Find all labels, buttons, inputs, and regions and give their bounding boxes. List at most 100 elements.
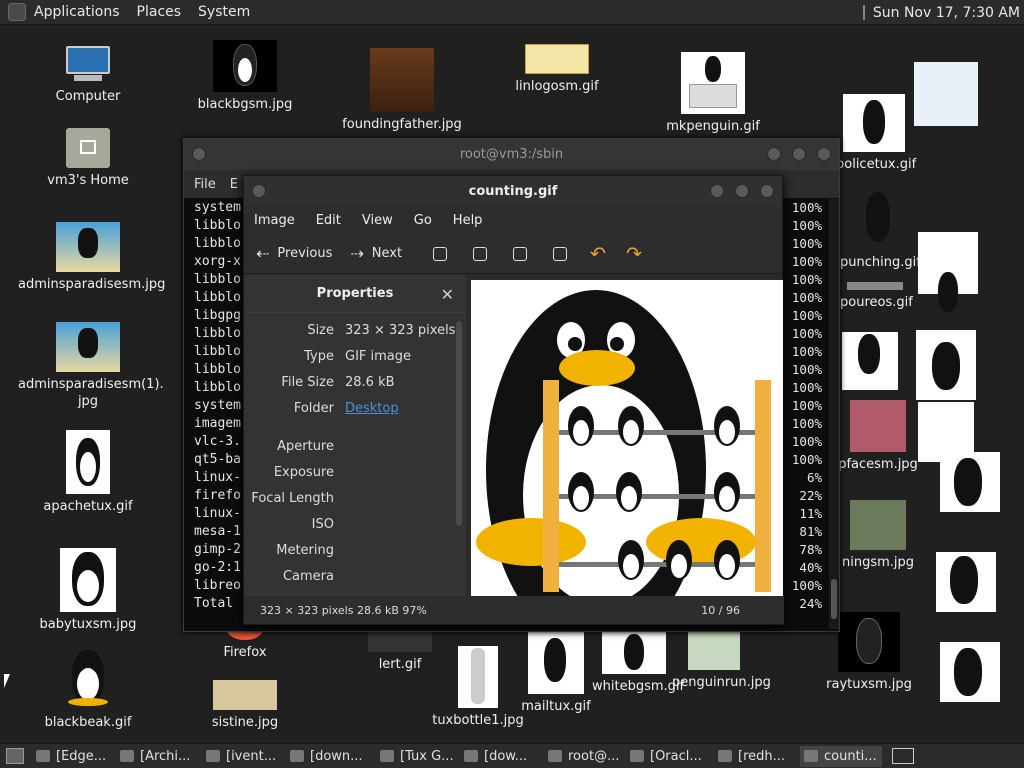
desktop-icon-punching[interactable]: punching.gif [840,190,921,271]
desktop-icon-sistine[interactable]: sistine.jpg [200,680,290,731]
menu-view[interactable]: View [362,213,393,228]
desktop-icon-mailtux[interactable]: mailtux.gif [516,632,596,715]
terminal-line: libblo [194,272,241,287]
terminal-percent: 11% [799,506,822,521]
desktop-icon-policetux[interactable]: policetux.gif [836,94,916,173]
terminal-titlebar[interactable]: root@vm3:/sbin [184,139,839,170]
desktop-icon-adminsparadise[interactable]: adminsparadisesm.jpg [18,222,165,293]
minimize-button[interactable] [710,184,724,198]
taskbar-button[interactable]: [Archi... [116,746,198,767]
terminal-menu-file[interactable]: File [194,177,216,192]
folder-link[interactable]: Desktop [345,401,399,416]
taskbar-button[interactable]: [Tux G... [376,746,456,767]
zoom-in-icon[interactable] [433,246,448,261]
tux-icon [66,430,110,494]
desktop-icon-home[interactable]: vm3's Home [46,128,130,189]
image-canvas[interactable] [471,280,783,596]
tux-icon [842,332,898,390]
terminal-menu-button[interactable] [192,147,206,161]
minimize-button[interactable] [767,147,781,161]
next-button[interactable]: ⇢ Next [350,244,402,263]
terminal-line: Total [194,596,234,611]
desktop-icon-computer[interactable]: Computer [46,44,130,105]
terminal-percent: 81% [799,524,822,539]
previous-button[interactable]: ⇠ Previous [256,244,332,263]
desktop-icon-linlogo[interactable]: linlogosm.gif [505,44,609,95]
terminal-percent: 100% [791,326,822,341]
status-position: 10 / 96 [701,603,740,617]
close-button[interactable] [760,184,774,198]
taskbar-button[interactable]: [down... [286,746,372,767]
menu-go[interactable]: Go [414,213,432,228]
desktop-icon-newspaper-tux[interactable] [840,332,900,394]
close-button[interactable] [817,147,831,161]
zoom-normal-icon[interactable] [513,246,528,261]
taskbar-button[interactable]: [Oracl... [626,746,710,767]
taskbar-button[interactable]: [dow... [460,746,540,767]
system-menu[interactable]: System [198,4,250,20]
terminal-percent: 100% [791,236,822,251]
workspace-switcher[interactable] [892,748,914,764]
desktop-icon-blackbg[interactable]: blackbgsm.jpg [195,40,295,113]
menu-image[interactable]: Image [254,213,295,228]
desktop-icon-penguinrun[interactable]: penguinrun.jpg [672,632,771,691]
taskbar-button[interactable]: [redh... [714,746,796,767]
desktop-icon-ningsm[interactable]: ningsm.jpg [838,500,918,571]
taskbar-label: [Archi... [140,748,191,764]
maximize-button[interactable] [792,147,806,161]
viewer-titlebar[interactable]: counting.gif [244,176,782,206]
clock[interactable]: Sun Nov 17, 7:30 AM [873,5,1020,21]
top-panel: Applications Places System Sun Nov 17, 7… [0,0,1024,25]
desktop-icon-foundingfather[interactable]: foundingfather.jpg [340,48,464,133]
zoom-fit-icon[interactable] [553,246,568,261]
image-thumbnail-icon [688,632,740,670]
desktop-icon-pureos[interactable]: poureos.gif [840,282,913,311]
places-menu[interactable]: Places [137,4,182,20]
property-key: Metering [276,543,334,558]
zoom-out-icon[interactable] [473,246,488,261]
taskbar-button[interactable]: [Edge... [32,746,112,767]
desktop-icon-tuxbottle[interactable]: tuxbottle1.jpg [430,646,526,729]
close-icon[interactable]: ✕ [441,285,454,304]
terminal-scrollbar[interactable] [829,199,839,629]
counting-gif-image [471,280,783,596]
show-desktop-icon[interactable] [6,748,24,764]
property-key: Exposure [273,465,334,480]
properties-scrollbar[interactable] [456,321,462,526]
desktop-icon-lert[interactable]: lert.gif [362,632,438,673]
rotate-left-icon[interactable]: ↶ [590,243,606,265]
tux-icon [528,632,584,694]
desktop-icon-babytux[interactable]: babytuxsm.jpg [38,548,138,633]
terminal-line: xorg-x [194,254,241,269]
desktop-icon-whitebg[interactable]: whitebgsm.gif [592,632,684,695]
maximize-button[interactable] [735,184,749,198]
viewer-title: counting.gif [468,183,558,199]
taskbar-button[interactable]: counti... [800,745,882,767]
arrow-left-icon: ⇠ [256,244,270,263]
terminal-percent: 100% [791,452,822,467]
property-row: Type GIF image [244,349,456,375]
terminal-title: root@vm3:/sbin [459,147,564,162]
menu-help[interactable]: Help [453,213,483,228]
desktop-icon-pfacesm[interactable]: pfacesm.jpg [838,400,918,473]
taskbar-button[interactable]: root@... [544,746,622,767]
taskbar: [Edge... [Archi... [ivent... [down... [Tux G… [0,743,1024,768]
terminal-percent: 100% [791,344,822,359]
desktop-icon-blackbeak[interactable]: blackbeak.gif [38,648,138,731]
applications-menu[interactable]: Applications [34,4,120,20]
desktop-icon-mkpenguin[interactable]: mkpenguin.gif [660,52,766,135]
rotate-right-icon[interactable]: ↷ [626,243,642,265]
viewer-menu-button[interactable] [252,184,266,198]
status-image-info: 323 × 323 pixels 28.6 kB 97% [260,603,427,617]
menu-edit[interactable]: Edit [316,213,341,228]
image-thumbnail-icon [368,632,432,652]
taskbar-button[interactable]: [ivent... [202,746,282,767]
property-row: Aperture [244,439,456,465]
image-viewer-window[interactable]: counting.gif Image Edit View Go Help ⇠ P… [243,175,784,625]
desktop-icon-apachetux[interactable]: apachetux.gif [40,430,136,515]
image-thumbnail-icon [850,500,906,550]
taskbar-label: [Oracl... [650,748,702,764]
desktop-icon-adminsparadise-1[interactable]: adminsparadisesm(1). jpg [18,322,164,410]
os-logo-icon[interactable] [8,3,26,21]
terminal-menu-edit[interactable]: E [230,177,238,192]
